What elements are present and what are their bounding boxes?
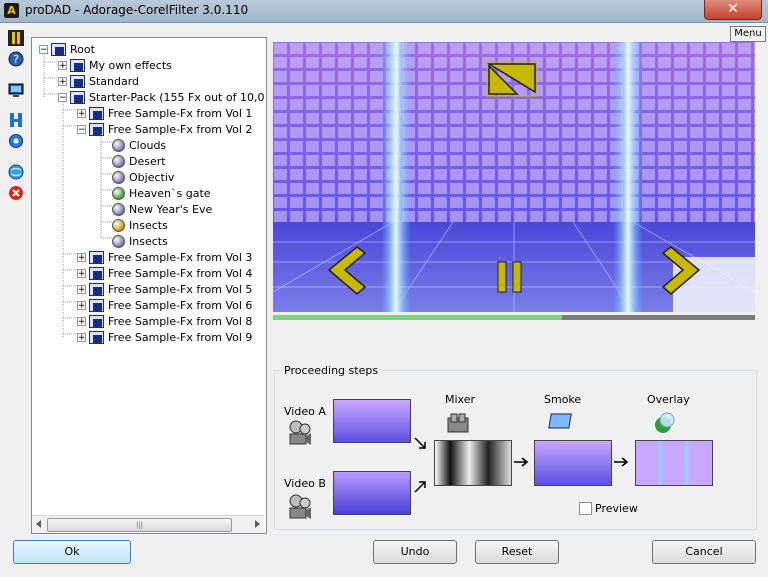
adorage-logo-icon[interactable] bbox=[8, 30, 24, 46]
scroll-left-icon[interactable] bbox=[34, 519, 44, 529]
tree-guide-lines bbox=[43, 54, 112, 338]
video-camera-icon bbox=[289, 494, 311, 519]
overlay-thumbnail bbox=[635, 440, 713, 486]
playback-progress[interactable] bbox=[273, 315, 755, 320]
video-b-thumbnail bbox=[333, 471, 411, 515]
scroll-thumb[interactable]: ||| bbox=[47, 518, 232, 532]
settings-gear-icon[interactable] bbox=[8, 133, 24, 149]
preview-checkbox[interactable] bbox=[579, 502, 592, 515]
effects-library-icon[interactable] bbox=[8, 112, 24, 128]
reset-button[interactable]: Reset bbox=[475, 540, 559, 564]
arrow-icon bbox=[414, 437, 426, 449]
scroll-right-icon[interactable] bbox=[252, 519, 262, 529]
help-icon[interactable]: ? bbox=[8, 51, 24, 67]
undo-button[interactable]: Undo bbox=[373, 540, 457, 564]
globe-icon[interactable] bbox=[8, 164, 24, 180]
svg-text:?: ? bbox=[13, 53, 19, 66]
app-icon: A bbox=[4, 3, 19, 18]
proceeding-steps-title: Proceeding steps bbox=[281, 364, 382, 377]
preview-checkbox-label: Preview bbox=[595, 502, 638, 515]
cancel-button[interactable]: Cancel bbox=[652, 540, 756, 564]
preview-monitor-icon[interactable] bbox=[8, 82, 24, 98]
smoke-thumbnail bbox=[534, 440, 612, 486]
window-title: proDAD - Adorage-CorelFilter 3.0.110 bbox=[25, 3, 249, 17]
overlay-icon bbox=[655, 412, 675, 433]
effect-preview[interactable] bbox=[273, 42, 755, 312]
arrow-right-icon bbox=[614, 457, 629, 467]
arrow-icon bbox=[414, 481, 426, 493]
close-button[interactable]: ✕ bbox=[704, 0, 762, 20]
video-a-thumbnail bbox=[333, 399, 411, 443]
mixer-label: Mixer bbox=[445, 393, 476, 406]
preview-scene bbox=[273, 42, 755, 312]
overlay-label: Overlay bbox=[647, 393, 690, 406]
delete-icon[interactable] bbox=[8, 185, 24, 201]
smoke-label: Smoke bbox=[544, 393, 582, 406]
video-b-label: Video B bbox=[284, 477, 326, 490]
video-a-label: Video A bbox=[284, 405, 326, 418]
progress-fill bbox=[273, 315, 563, 320]
tree-horizontal-scrollbar[interactable]: ||| bbox=[32, 515, 264, 533]
menu-button[interactable]: Menu bbox=[730, 26, 766, 42]
video-camera-icon bbox=[289, 420, 311, 445]
effect-tree[interactable]: − Root + My own effects + Standard − Starter… bbox=[31, 37, 267, 534]
ok-button[interactable]: Ok bbox=[13, 540, 131, 564]
mixer-thumbnail bbox=[434, 440, 512, 486]
arrow-right-icon bbox=[514, 457, 529, 467]
title-bar: A proDAD - Adorage-CorelFilter 3.0.110 ✕ bbox=[0, 0, 768, 23]
mixer-icon bbox=[447, 413, 469, 433]
smoke-icon bbox=[548, 413, 572, 429]
